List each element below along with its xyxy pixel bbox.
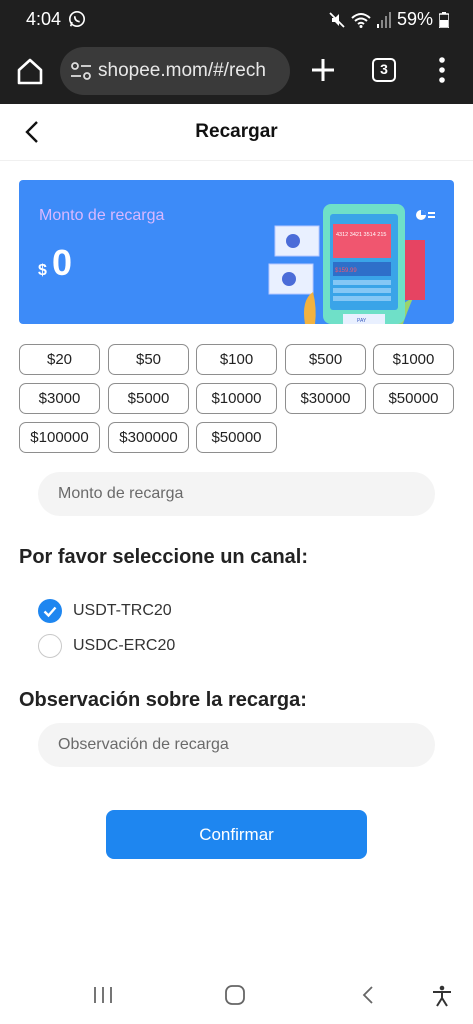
- more-menu-icon[interactable]: [432, 56, 452, 84]
- status-bar: 4:04 59%: [0, 0, 473, 38]
- remark-heading: Observación sobre la recarga:: [19, 689, 307, 711]
- whatsapp-icon: [68, 10, 86, 28]
- recharge-amount-input[interactable]: [38, 472, 435, 516]
- channel-option-label: USDC-ERC20: [73, 637, 176, 654]
- url-text[interactable]: shopee.mom/#/rech: [98, 60, 284, 82]
- channel-heading: Por favor seleccione un canal:: [19, 546, 308, 568]
- back-nav-icon[interactable]: [358, 984, 380, 1006]
- signal-icon: [376, 11, 391, 28]
- remark-input[interactable]: [38, 723, 435, 767]
- card-label: Monto de recarga: [39, 207, 165, 224]
- payment-illustration: 4312 3421 3514 215 $159.99 PAY: [268, 204, 435, 324]
- card-numbers-text: 4312 3421 3514 215: [336, 232, 386, 238]
- amount-chip[interactable]: $500: [285, 344, 366, 375]
- page-title: Recargar: [195, 121, 278, 142]
- mute-icon: [329, 11, 345, 28]
- new-tab-icon[interactable]: [308, 55, 338, 85]
- home-icon[interactable]: [14, 55, 46, 87]
- card-amount-text: $159.99: [335, 268, 357, 274]
- pay-label-text: PAY: [357, 318, 367, 324]
- app-header: Recargar: [0, 104, 473, 161]
- battery-percent: 59%: [396, 9, 433, 29]
- accessibility-icon[interactable]: [430, 984, 454, 1008]
- tab-switcher-button[interactable]: 3: [372, 58, 396, 82]
- radio-checked-icon[interactable]: [38, 599, 62, 623]
- amount-chip[interactable]: $10000: [196, 383, 277, 414]
- system-nav-bar: [0, 968, 473, 1024]
- home-nav-icon[interactable]: [224, 984, 246, 1006]
- address-bar[interactable]: shopee.mom/#/rech: [60, 47, 290, 95]
- confirm-button[interactable]: Confirmar: [106, 810, 367, 859]
- recharge-amount-card: Monto de recarga $ 0 4312 3421 3514 215 …: [19, 180, 454, 324]
- channel-option-label: USDT-TRC20: [73, 602, 172, 619]
- amount-chip[interactable]: $3000: [19, 383, 100, 414]
- channel-option-usdt-trc20[interactable]: USDT-TRC20: [38, 598, 172, 624]
- browser-toolbar: shopee.mom/#/rech 3: [0, 38, 473, 104]
- channel-option-usdc-erc20[interactable]: USDC-ERC20: [38, 633, 175, 659]
- currency-symbol: $: [38, 262, 47, 279]
- amount-chip[interactable]: $100000: [19, 422, 100, 453]
- amount-chip[interactable]: $50: [108, 344, 189, 375]
- amount-chip[interactable]: $20: [19, 344, 100, 375]
- checkmark-icon: [43, 606, 57, 618]
- amount-chip[interactable]: $50000: [196, 422, 277, 453]
- battery-icon: [439, 11, 449, 28]
- amount-chip[interactable]: $300000: [108, 422, 189, 453]
- amount-chip[interactable]: $30000: [285, 383, 366, 414]
- wifi-icon: [351, 12, 371, 28]
- amount-chip[interactable]: $1000: [373, 344, 454, 375]
- radio-unchecked-icon[interactable]: [38, 634, 62, 658]
- status-time: 4:04: [26, 9, 62, 29]
- amount-chip[interactable]: $50000: [373, 383, 454, 414]
- amount-chip[interactable]: $100: [196, 344, 277, 375]
- site-settings-icon[interactable]: [70, 61, 92, 81]
- recharge-amount-value: 0: [52, 242, 73, 283]
- amount-chip[interactable]: $5000: [108, 383, 189, 414]
- recent-apps-icon[interactable]: [92, 984, 114, 1006]
